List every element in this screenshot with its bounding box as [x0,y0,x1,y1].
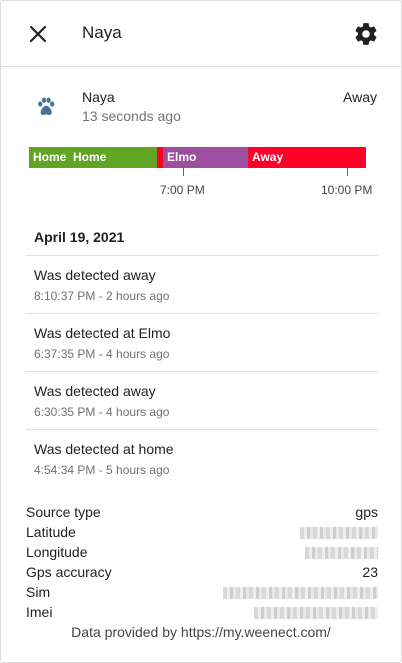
redacted-value [305,547,378,559]
dialog-title: Naya [82,23,122,42]
logbook-entry: Was detected away 6:30:35 PM - 4 hours a… [26,371,378,429]
attribute-key: Source type [26,504,101,520]
history-timeline[interactable]: Home Home Elmo Away [29,147,366,168]
logbook-entry: Was detected away 8:10:37 PM - 2 hours a… [26,255,378,313]
entity-name: Naya [82,89,115,105]
logbook-time: 6:30:35 PM - 4 hours ago [34,405,170,419]
attribute-row: Source type gps [26,503,378,523]
attribute-row: Imei [26,603,378,623]
attribute-row: Gps accuracy 23 [26,563,378,583]
axis-tick-label: 10:00 PM [321,183,373,197]
entity-state: Away [343,89,377,105]
entity-icon [34,95,58,119]
timeline-segment-home[interactable]: Home [69,147,161,168]
logbook-entry: Was detected at Elmo 6:37:35 PM - 4 hour… [26,313,378,371]
logbook-time: 6:37:35 PM - 4 hours ago [34,347,170,361]
dialog-header: Naya [1,1,401,67]
more-info-dialog: Naya Naya 13 seconds ago Away Home Home … [0,0,402,663]
redacted-value [223,587,378,599]
timeline-segment-away[interactable]: Away [248,147,366,168]
close-button[interactable] [25,21,51,47]
entity-last-changed: 13 seconds ago [82,108,181,124]
attribute-key: Gps accuracy [26,564,112,580]
timeline-axis [29,168,362,178]
attribute-key: Longitude [26,544,88,560]
axis-tick-label: 7:00 PM [160,183,205,197]
attribute-key: Latitude [26,524,76,540]
attribute-row: Latitude [26,523,378,543]
logbook-entry: Was detected at home 4:54:34 PM - 5 hour… [26,429,378,487]
axis-tick [183,168,184,176]
redacted-value [254,607,378,619]
logbook-time: 4:54:34 PM - 5 hours ago [34,463,170,477]
logbook-message: Was detected at Elmo [34,325,171,341]
gear-icon [355,23,377,45]
attributes-list: Source type gps Latitude Longitude Gps a… [26,503,378,623]
attribute-row: Sim [26,583,378,603]
attribute-value: gps [355,504,378,520]
logbook-date: April 19, 2021 [34,229,125,245]
attribution-text: Data provided by https://my.weenect.com/ [71,624,331,640]
logbook-message: Was detected away [34,267,156,283]
attribute-key: Sim [26,584,51,600]
close-icon [29,25,47,43]
logbook-message: Was detected at home [34,441,174,457]
axis-tick [347,168,348,176]
attribute-key: Imei [26,604,53,620]
logbook-list: Was detected away 8:10:37 PM - 2 hours a… [26,255,378,487]
timeline-segment-home[interactable]: Home [29,147,73,168]
settings-button[interactable] [353,21,379,47]
attribute-value: 23 [362,564,378,580]
logbook-time: 8:10:37 PM - 2 hours ago [34,289,170,303]
redacted-value [300,527,378,539]
paw-icon [38,97,55,115]
timeline-segment-elmo[interactable]: Elmo [163,147,248,168]
logbook-message: Was detected away [34,383,156,399]
attribute-row: Longitude [26,543,378,563]
